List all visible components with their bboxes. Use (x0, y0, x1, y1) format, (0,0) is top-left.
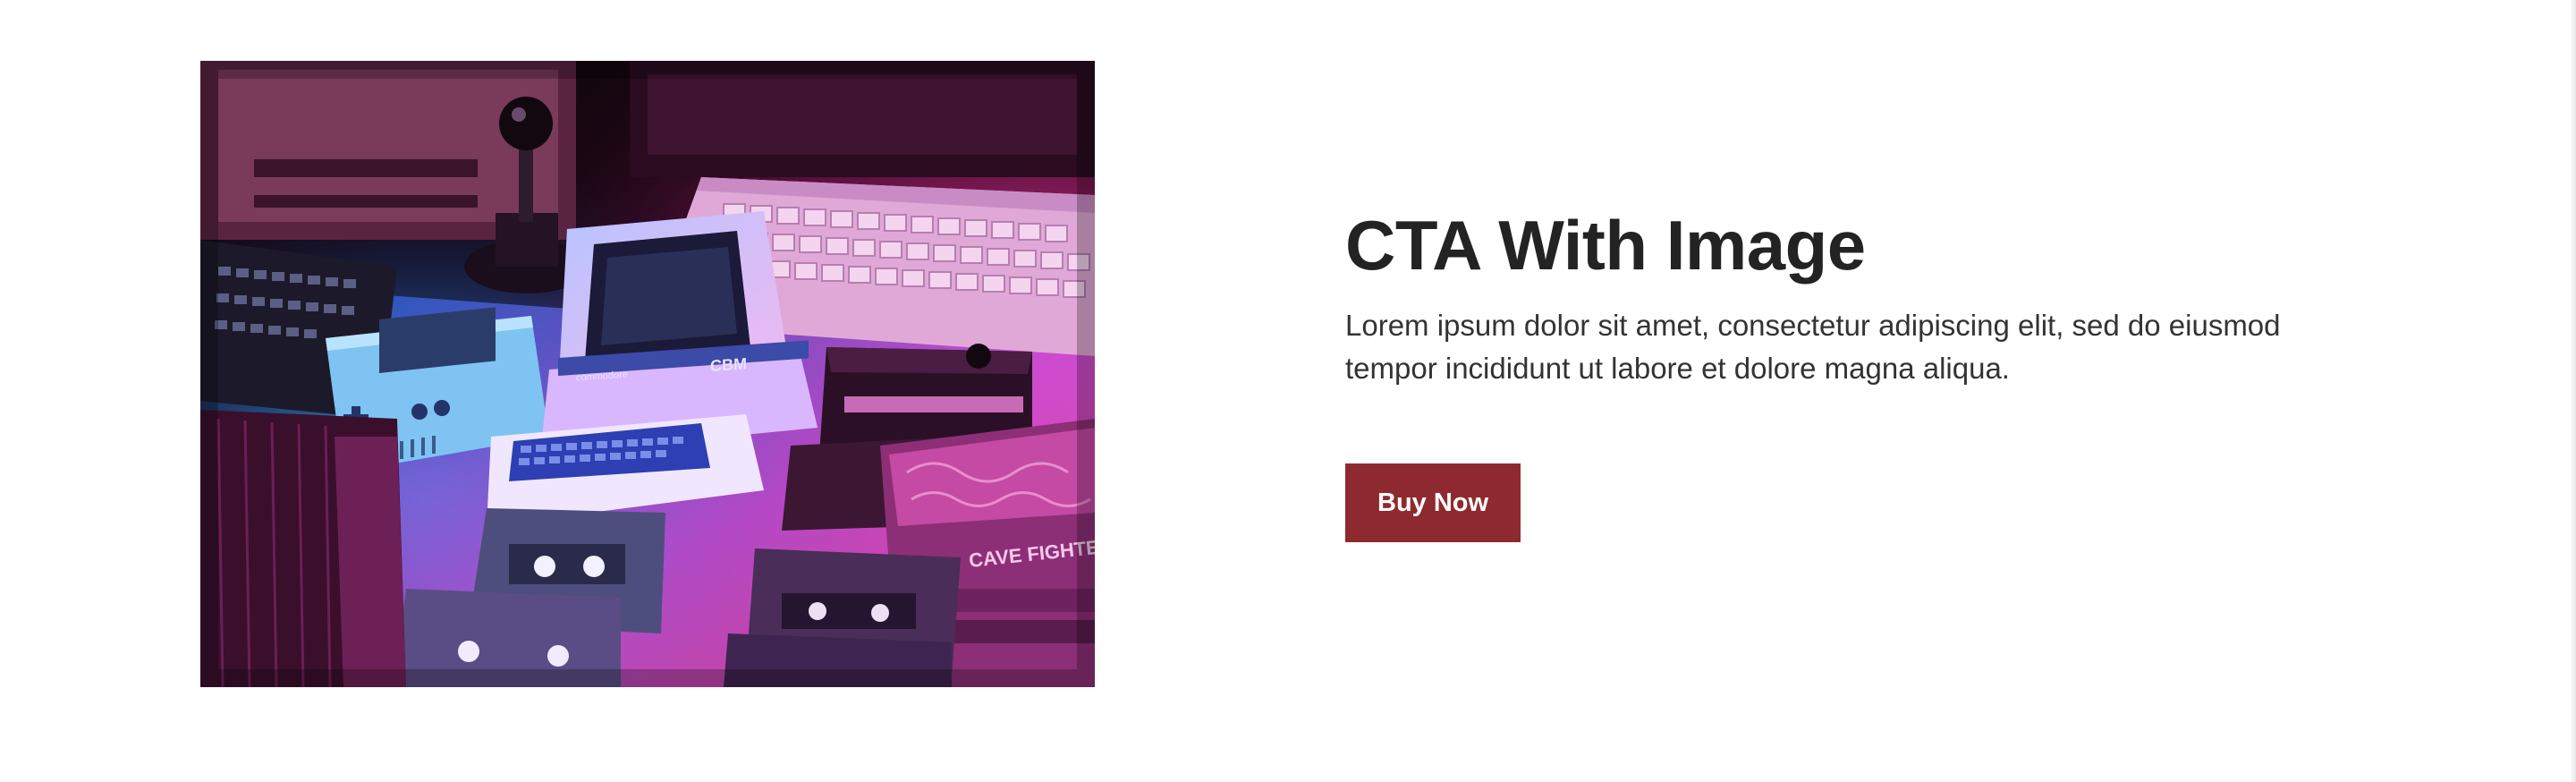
cta-title: CTA With Image (1345, 206, 1866, 285)
buy-now-button[interactable]: Buy Now (1345, 463, 1521, 542)
cta-image: CBM commodore CAVE FIGHTER (200, 61, 1095, 687)
svg-text:CBM: CBM (710, 354, 747, 375)
retro-computers-illustration: CBM commodore CAVE FIGHTER (200, 61, 1095, 687)
cta-section: CBM commodore CAVE FIGHTER CTA With Imag… (0, 0, 2576, 782)
cta-description: Lorem ipsum dolor sit amet, consectetur … (1345, 309, 2281, 385)
page-edge (2571, 0, 2576, 782)
cta-content: CTA With Image Lorem ipsum dolor sit ame… (1345, 202, 2419, 542)
